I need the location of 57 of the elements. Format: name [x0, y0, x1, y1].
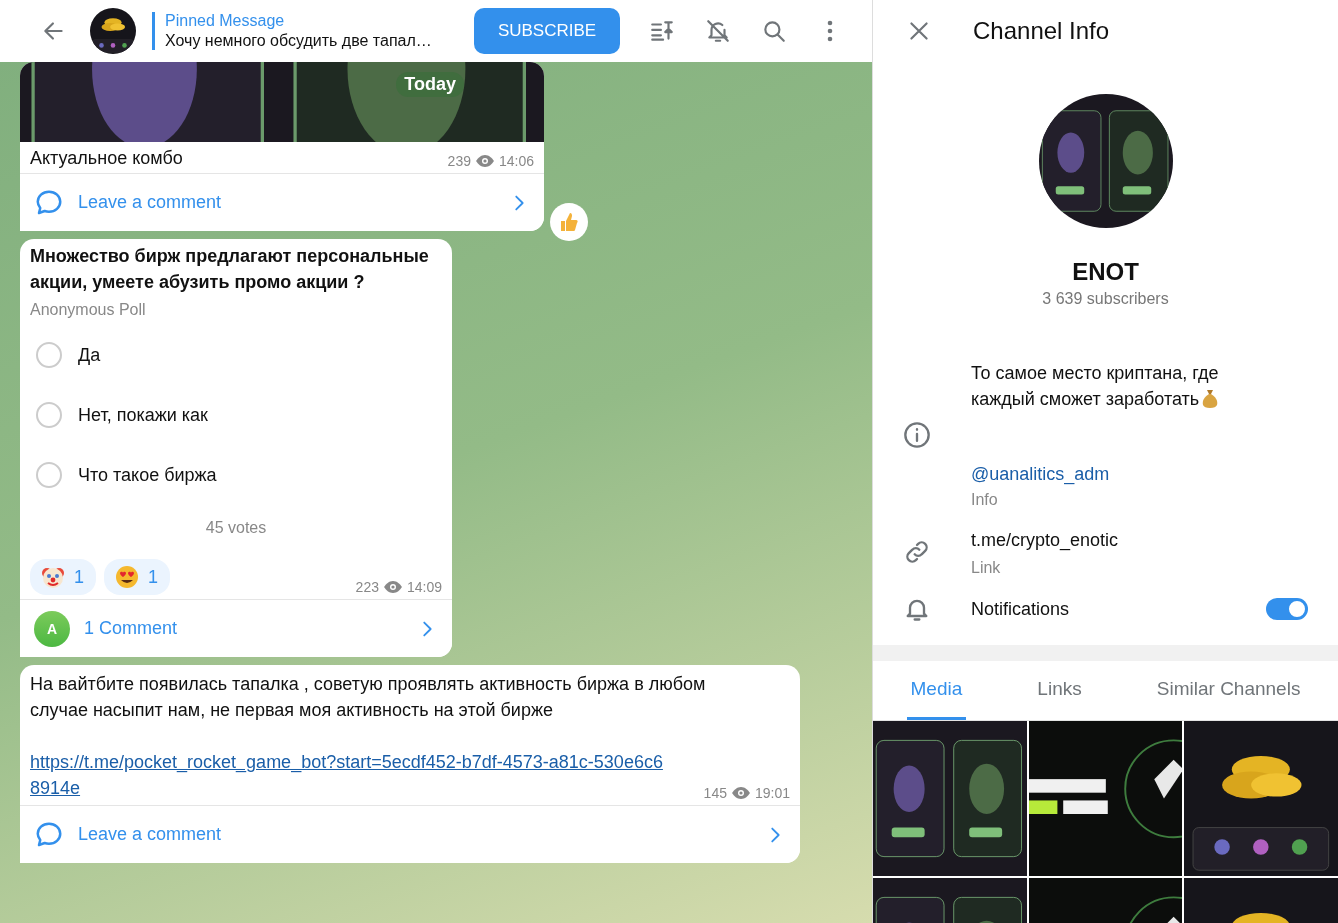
pinned-message[interactable]: Pinned Message Хочу немного обсудить две тапал…	[152, 12, 458, 50]
message-link[interactable]: https://t.me/pocket_rocket_game_bot?start=5ecdf452-b7df-4573-a81c-530e6c68914e	[30, 749, 670, 801]
search-icon	[761, 18, 787, 44]
username-label: Info	[971, 491, 999, 509]
subscribe-button[interactable]: SUBSCRIBE	[474, 8, 620, 54]
reaction-chip[interactable]: 1	[104, 559, 171, 595]
view-count: 239	[447, 153, 471, 169]
subscriber-count: 3 639 subscribers	[1042, 290, 1169, 308]
poll-type: Anonymous Poll	[29, 300, 147, 320]
radio-button[interactable]	[36, 342, 62, 368]
comment-label: Leave a comment	[78, 192, 223, 213]
money-bag-icon	[1201, 388, 1220, 408]
more-icon	[827, 20, 833, 42]
comment-label: 1 Comment	[84, 618, 179, 639]
eye-icon	[731, 787, 750, 799]
radio-button[interactable]	[36, 402, 62, 428]
commenter-avatar: A	[34, 610, 70, 647]
photo-caption: Актуальное комбо	[30, 148, 183, 169]
username-link[interactable]: @uanalitics_adm	[971, 464, 1271, 485]
comment-bar[interactable]: A 1 Comment	[20, 599, 452, 657]
view-count: 223	[355, 579, 379, 595]
panel-title: Channel Info	[973, 17, 1110, 45]
poll-question: Множество бирж предлагают персональные акции, умеете абузить промо акции ?	[29, 245, 430, 294]
link-icon	[903, 538, 931, 566]
pinned-list-icon	[649, 18, 675, 44]
vote-count: 45 votes	[204, 518, 268, 538]
bell-off-icon	[705, 18, 731, 44]
date-badge: Today	[396, 72, 464, 97]
message-text: На вайтбите появилась тапалка , советую проявлять активность биржа в любом случае насыпит нам, не первая моя активность на этой бирже	[30, 673, 707, 722]
radio-button[interactable]	[36, 462, 62, 488]
message-time: 14:09	[406, 579, 442, 595]
eye-icon	[475, 155, 494, 167]
channel-name: ENOT	[1072, 258, 1139, 286]
info-icon	[903, 420, 931, 449]
tab[interactable]: Similar Channels	[1152, 661, 1305, 720]
tab[interactable]: Links	[1033, 661, 1086, 720]
message-time: 19:01	[754, 785, 790, 801]
poll-option[interactable]: Что такое биржа	[20, 445, 452, 505]
heart-eyes-emoji-icon	[114, 564, 140, 590]
channel-link[interactable]: t.me/crypto_enotic	[971, 527, 1271, 553]
view-count: 145	[703, 785, 727, 801]
pinned-text: Хочу немного обсудить две тапал…	[165, 32, 433, 50]
reaction-badge[interactable]	[550, 203, 588, 241]
channel-description: То самое место криптана, где каждый сможет заработать	[971, 362, 1221, 411]
poll-option[interactable]: Да	[20, 325, 452, 385]
poll-option[interactable]: Нет, покажи как	[20, 385, 452, 445]
comment-label: Leave a comment	[78, 824, 223, 845]
notifications-toggle[interactable]	[1266, 598, 1308, 620]
message-time: 14:06	[498, 153, 534, 169]
link-label: Link	[971, 559, 1002, 577]
eye-icon	[383, 581, 402, 593]
notifications-label: Notifications	[971, 598, 1071, 621]
comment-bar[interactable]: Leave a comment	[20, 173, 544, 231]
thumbs-up-emoji-icon	[558, 211, 580, 233]
comment-bar[interactable]: Leave a comment	[20, 805, 800, 863]
reaction-chip[interactable]: 1	[30, 559, 96, 595]
pinned-label: Pinned Message	[165, 12, 286, 30]
